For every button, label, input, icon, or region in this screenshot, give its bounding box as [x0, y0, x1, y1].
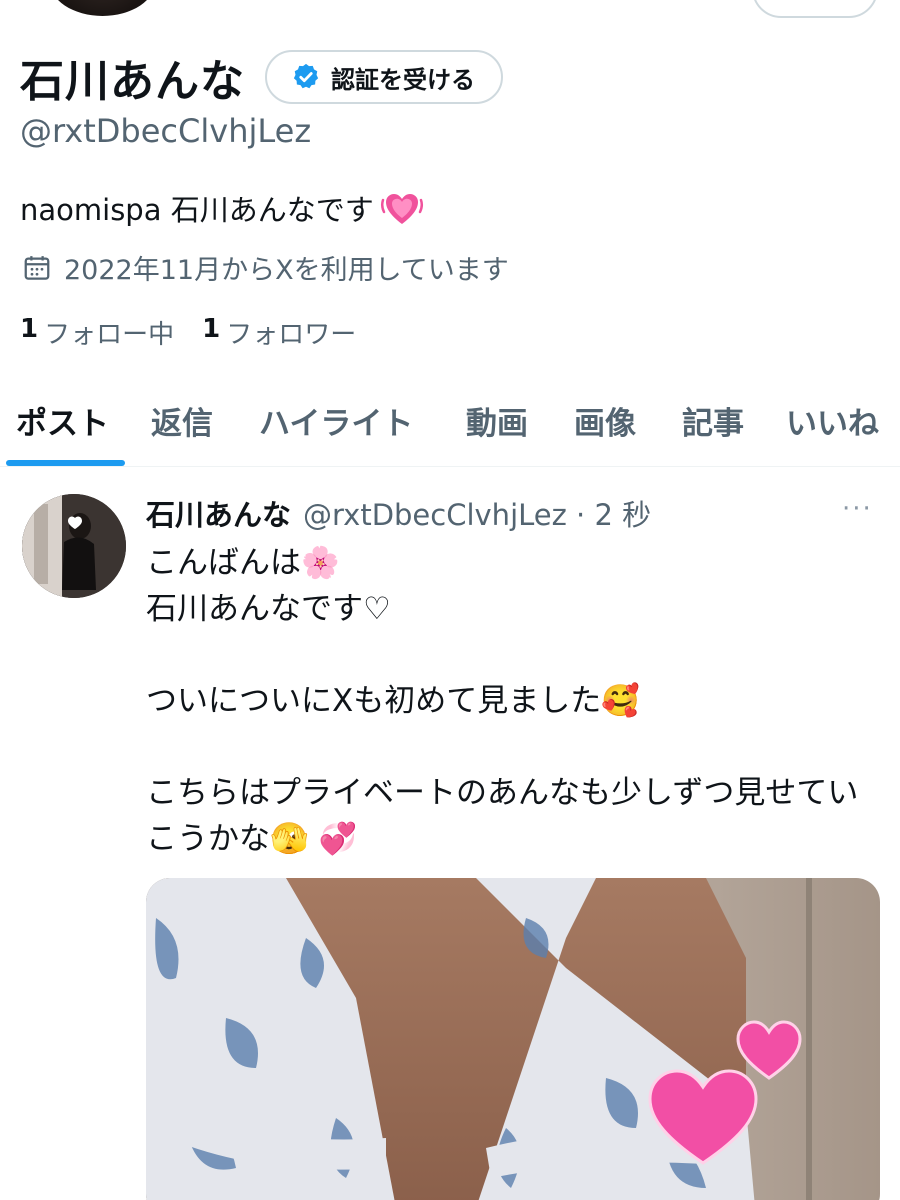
tab-images[interactable]: 画像 [574, 398, 636, 443]
post-avatar[interactable] [22, 494, 126, 598]
tab-articles[interactable]: 記事 [682, 398, 744, 443]
followers-link[interactable]: 1 フォロワー [202, 314, 356, 351]
following-link[interactable]: 1 フォロー中 [20, 314, 174, 351]
tab-likes[interactable]: いいね [786, 398, 879, 443]
tab-videos[interactable]: 動画 [466, 398, 528, 443]
active-tab-indicator [6, 460, 125, 466]
followers-label: フォロワー [226, 320, 357, 350]
sparkling-heart-icon [380, 194, 423, 224]
profile-action-button[interactable] [752, 0, 878, 18]
profile-avatar[interactable] [45, 0, 160, 20]
profile-joined-date: 2022年11月からXを利用しています [22, 248, 509, 287]
profile-name-row: 石川あんな 認証を受ける [20, 45, 503, 109]
get-verified-label: 認証を受ける [331, 65, 475, 94]
tab-highlights[interactable]: ハイライト [259, 398, 413, 443]
get-verified-button[interactable]: 認証を受ける [265, 50, 503, 104]
post-author-handle-time[interactable]: @rxtDbecClvhjLez · 2 秒 [303, 492, 651, 534]
verified-badge-icon [293, 63, 319, 89]
joined-text: 2022年11月からXを利用しています [64, 255, 509, 286]
calendar-icon [24, 255, 50, 280]
more-dots-icon[interactable]: ··· [842, 494, 873, 524]
tab-replies[interactable]: 返信 [151, 398, 213, 443]
post-author-name[interactable]: 石川あんな [146, 492, 291, 534]
post-photo [146, 878, 880, 1200]
followers-count: 1 [202, 314, 221, 344]
following-count: 1 [20, 314, 39, 344]
tab-posts[interactable]: ポスト [16, 398, 109, 443]
profile-display-name: 石川あんな [20, 56, 245, 107]
profile-handle: @rxtDbecClvhjLez [20, 112, 312, 150]
profile-bio: naomispa 石川あんなです [20, 186, 424, 230]
following-label: フォロー中 [44, 320, 175, 350]
follow-stats: 1 フォロー中 1 フォロワー [20, 314, 384, 351]
post-header: 石川あんな @rxtDbecClvhjLez · 2 秒 [146, 492, 651, 534]
post-text: こんばんは🌸 石川あんなです♡ ついについにXも初めて見ました🥰 こちらはプライ… [146, 545, 859, 857]
profile-tabs: ポスト 返信 ハイライト 動画 画像 記事 いいね [0, 370, 900, 467]
post-image[interactable] [146, 878, 880, 1200]
avatar-photo [22, 494, 126, 598]
profile-bio-text: naomispa 石川あんなです [20, 193, 374, 227]
